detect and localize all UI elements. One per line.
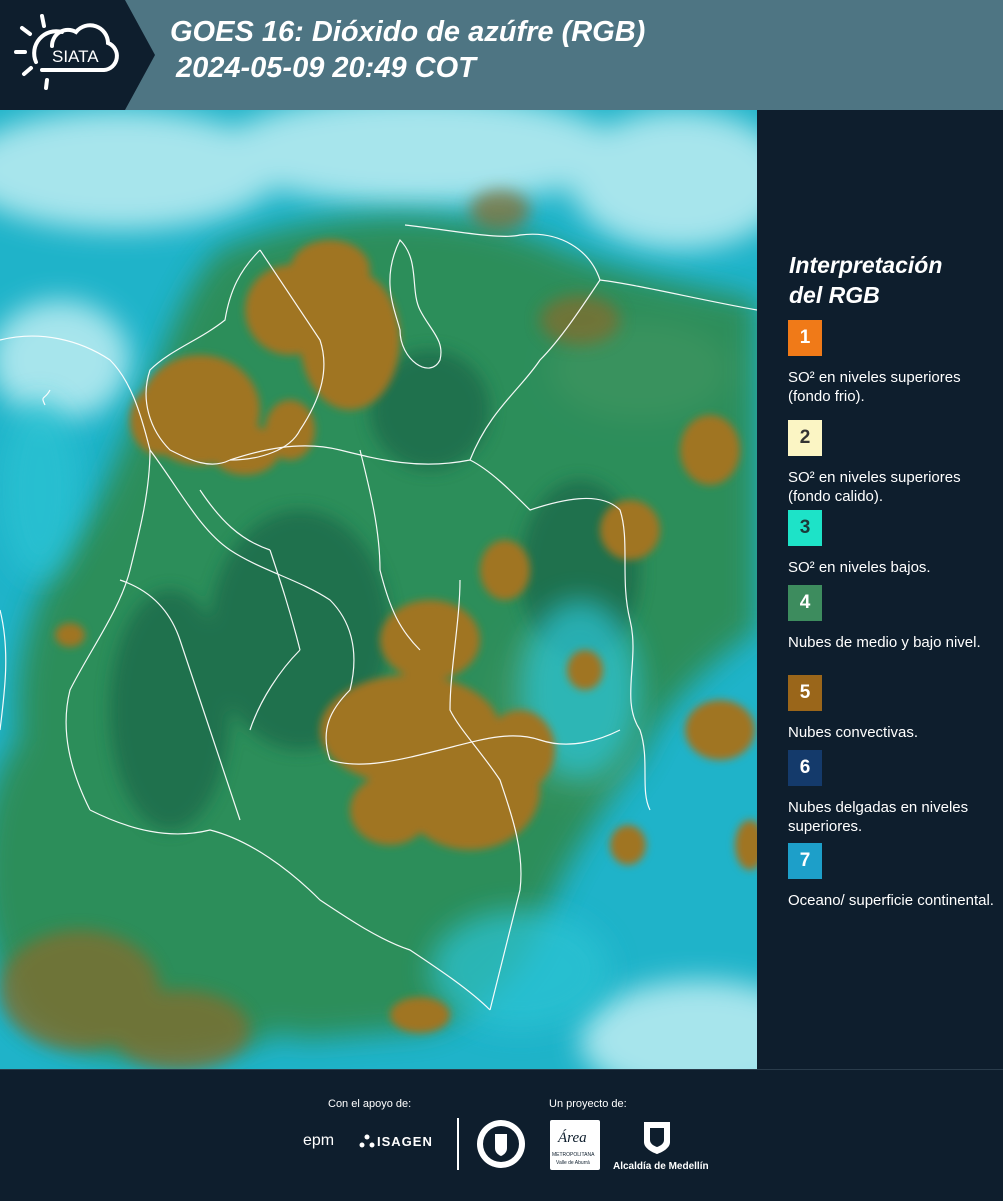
legend-item-4: 4 Nubes de medio y bajo nivel. <box>788 585 998 652</box>
rgb-legend: Interpretación del RGB 1 SO² en niveles s… <box>757 110 1003 1069</box>
map-image <box>0 110 757 1069</box>
legend-item-7: 7 Oceano/ superficie continental. <box>788 843 998 910</box>
legend-swatch: 7 <box>788 843 822 879</box>
epm-logo: epm <box>303 1132 335 1149</box>
support-label: Con el apoyo de: <box>328 1098 412 1110</box>
svg-text:SIATA: SIATA <box>52 47 99 66</box>
isagen-logo: ISAGEN <box>377 1134 433 1149</box>
legend-title-line-1: Interpretación <box>789 252 943 278</box>
alcaldia-shield-icon <box>644 1122 670 1154</box>
legend-item-5: 5 Nubes convectivas. <box>788 675 998 742</box>
page-title: GOES 16: Dióxido de azúfre (RGB) 2024-05… <box>170 14 645 86</box>
title-line-2: 2024-05-09 20:49 COT <box>176 52 476 84</box>
area-logo-subtext-2: Valle de Aburrá <box>556 1160 590 1166</box>
sun-cloud-icon: SIATA <box>14 14 119 90</box>
alcaldia-label: Alcaldía de Medellín <box>613 1161 709 1172</box>
legend-swatch: 2 <box>788 420 822 456</box>
footer: Con el apoyo de: Un proyecto de: epm ISA… <box>0 1069 1003 1201</box>
legend-description: Nubes delgadas en niveles superiores. <box>788 799 969 835</box>
legend-item-6: 6 Nubes delgadas en niveles superiores. <box>788 750 998 836</box>
legend-description: SO² en niveles superiores (fondo frio). <box>788 369 961 405</box>
legend-item-2: 2 SO² en niveles superiores (fondo calido… <box>788 420 998 506</box>
area-logo-text: Área <box>558 1130 587 1146</box>
legend-swatch: 6 <box>788 750 822 786</box>
legend-swatch: 5 <box>788 675 822 711</box>
title-line-1: GOES 16: Dióxido de azúfre (RGB) <box>170 16 646 48</box>
legend-swatch: 3 <box>788 510 822 546</box>
legend-item-3: 3 SO² en niveles bajos. <box>788 510 998 577</box>
legend-description: SO² en niveles superiores (fondo calido)… <box>788 469 961 505</box>
legend-swatch: 4 <box>788 585 822 621</box>
area-metropolitana-logo: Área METROPOLITANA Valle de Aburrá <box>550 1120 600 1170</box>
header-bar: SIATA GOES 16: Dióxido de azúfre (RGB) 2… <box>0 0 1003 110</box>
legend-description: Nubes de medio y bajo nivel. <box>788 634 981 651</box>
area-logo-subtext: METROPOLITANA <box>552 1152 595 1158</box>
legend-item-1: 1 SO² en niveles superiores (fondo frio). <box>788 320 998 406</box>
legend-title: Interpretación del RGB <box>789 250 942 310</box>
legend-description: SO² en niveles bajos. <box>788 559 931 576</box>
project-label: Un proyecto de: <box>549 1098 627 1110</box>
legend-swatch: 1 <box>788 320 822 356</box>
footer-divider <box>457 1118 459 1170</box>
satellite-map[interactable] <box>0 110 757 1069</box>
medellin-seal-icon <box>477 1120 525 1168</box>
siata-logo: SIATA <box>0 0 155 110</box>
legend-description: Nubes convectivas. <box>788 724 919 741</box>
isagen-icon <box>359 1134 375 1148</box>
legend-title-line-2: del RGB <box>789 282 880 308</box>
legend-description: Oceano/ superficie continental. <box>788 892 994 909</box>
